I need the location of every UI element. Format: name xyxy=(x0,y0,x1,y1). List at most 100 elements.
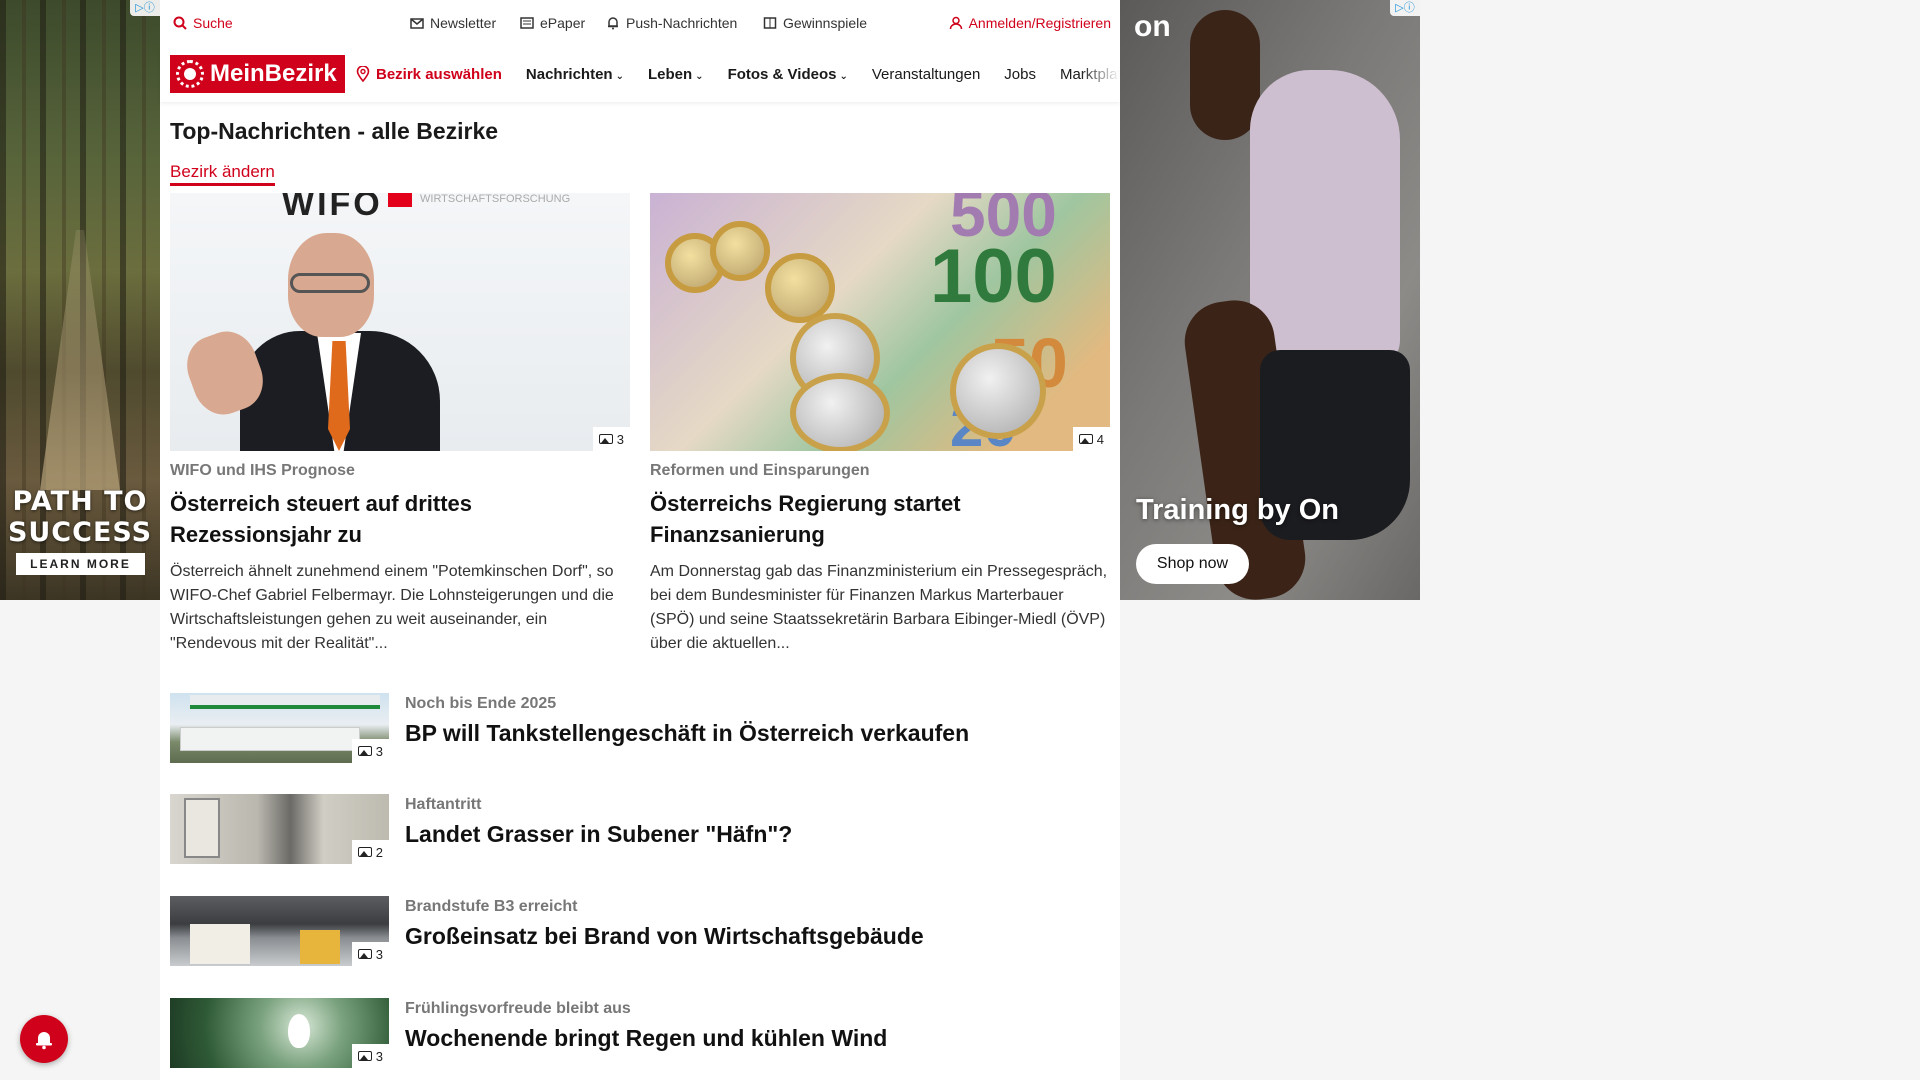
nav-item-nachrichten[interactable]: Nachrichten ⌄ xyxy=(514,66,636,83)
article-thumbnail[interactable]: 2 xyxy=(170,794,389,864)
gallery-icon xyxy=(357,847,372,857)
coin xyxy=(790,373,890,451)
gallery-icon xyxy=(357,949,372,959)
article-kicker: Brandstufe B3 erreicht xyxy=(405,898,578,915)
featured-article[interactable]: WIFO WIRTSCHAFTSFORSCHUNG 3 WIFO und IHS… xyxy=(170,193,630,656)
nav-item-veranstaltungen[interactable]: Veranstaltungen xyxy=(860,66,992,83)
right-ad-banner[interactable]: on ▷ⓘ Training by On Shop now xyxy=(1120,0,1420,600)
photo-count: 3 xyxy=(375,743,383,759)
article-kicker: Reformen und Einsparungen xyxy=(650,462,870,479)
list-article[interactable]: 3 Noch bis Ende 2025 BP will Tankstellen… xyxy=(170,693,1110,763)
article-headline[interactable]: Landet Grasser in Subener "Häfn"? xyxy=(405,821,792,848)
article-headline[interactable]: Österreich steuert auf drittes Rezession… xyxy=(170,488,630,550)
adchoices-icon[interactable]: ▷ⓘ xyxy=(130,0,160,16)
photo-count: 3 xyxy=(375,946,383,962)
user-icon xyxy=(949,16,962,30)
gas-station-roof xyxy=(190,695,380,709)
article-image[interactable]: WIFO WIRTSCHAFTSFORSCHUNG 3 xyxy=(170,193,630,451)
photo-count: 4 xyxy=(1096,431,1104,447)
bell-icon xyxy=(608,17,618,30)
on-brand-logo: on xyxy=(1134,10,1171,43)
article-headline[interactable]: Großeinsatz bei Brand von Wirtschaftsgeb… xyxy=(405,923,924,950)
epaper-link[interactable]: ePaper xyxy=(520,15,585,31)
article-headline[interactable]: Wochenende bringt Regen und kühlen Wind xyxy=(405,1025,887,1052)
nav-item-jobs[interactable]: Jobs xyxy=(992,66,1048,83)
ad-learn-more-button[interactable]: LEARN MORE xyxy=(16,553,145,575)
coin xyxy=(950,343,1046,439)
nav-label: Veranstaltungen xyxy=(871,65,981,83)
article-teaser: Österreich ähnelt zunehmend einem "Potem… xyxy=(170,563,614,652)
article-thumbnail[interactable]: 3 xyxy=(170,896,389,966)
adchoices-icon[interactable]: ▷ⓘ xyxy=(1390,0,1420,16)
nav-label: Nachrichten xyxy=(525,65,613,83)
chevron-down-icon: ⌄ xyxy=(695,70,704,82)
snowdrop-flower xyxy=(288,1014,310,1048)
wifo-sign: WIFO xyxy=(282,193,383,223)
chevron-down-icon: ⌄ xyxy=(615,70,624,82)
ad-headline: PATH TO SUCCESS xyxy=(0,486,160,548)
article-kicker: Noch bis Ende 2025 xyxy=(405,695,557,712)
ad-headline-line1: PATH TO xyxy=(12,486,148,517)
bezirk-label: Bezirk auswählen xyxy=(376,65,502,83)
bezirk-select[interactable]: Bezirk auswählen xyxy=(356,66,514,83)
article-image[interactable]: 500 100 50 20 4 xyxy=(650,193,1110,451)
house xyxy=(190,924,250,964)
article-headline[interactable]: BP will Tankstellengeschäft in Österreic… xyxy=(405,720,969,747)
search-link[interactable]: Suche xyxy=(173,15,233,31)
push-label: Push-Nachrichten xyxy=(626,15,738,31)
nav-label: Leben xyxy=(647,65,693,83)
gallery-icon xyxy=(357,1051,372,1061)
nav-label: Fotos & Videos xyxy=(727,65,837,83)
photo-count-badge: 3 xyxy=(351,739,389,763)
meinbezirk-logo[interactable]: MeinBezirk xyxy=(170,55,345,93)
article-thumbnail[interactable]: 3 xyxy=(170,693,389,763)
article-kicker: Haftantritt xyxy=(405,796,482,813)
gift-icon xyxy=(763,17,777,29)
login-label: Anmelden/Registrieren xyxy=(968,15,1111,31)
list-article[interactable]: 2 Haftantritt Landet Grasser in Subener … xyxy=(170,794,1110,864)
wifo-subtext: WIRTSCHAFTSFORSCHUNG xyxy=(420,193,571,205)
banknote-100: 100 xyxy=(930,234,1057,319)
location-pin-icon xyxy=(356,66,370,82)
nav-item-leben[interactable]: Leben ⌄ xyxy=(636,66,716,83)
gewinnspiele-label: Gewinnspiele xyxy=(783,15,868,31)
search-icon xyxy=(173,16,187,30)
list-article[interactable]: 3 Brandstufe B3 erreicht Großeinsatz bei… xyxy=(170,896,1110,966)
nav-item-fotos-videos[interactable]: Fotos & Videos ⌄ xyxy=(716,66,860,83)
main-navigation: MeinBezirk Bezirk auswählen Nachrichten ⌄… xyxy=(160,46,1129,102)
prison-door xyxy=(184,798,220,858)
article-headline[interactable]: Österreichs Regierung startet Finanzsani… xyxy=(650,488,1110,550)
photo-count-badge: 2 xyxy=(351,840,389,864)
gallery-icon xyxy=(1078,434,1093,444)
sun-logo-icon xyxy=(176,60,204,88)
ad-tagline: Training by On xyxy=(1136,494,1340,526)
article-kicker: WIFO und IHS Prognose xyxy=(170,462,355,479)
nav-items: Bezirk auswählen Nachrichten ⌄ Leben ⌄ Fot… xyxy=(356,46,1141,102)
gewinnspiele-link[interactable]: Gewinnspiele xyxy=(763,15,867,31)
photo-count-badge: 3 xyxy=(592,427,630,451)
login-link[interactable]: Anmelden/Registrieren xyxy=(949,15,1111,31)
featured-article[interactable]: 500 100 50 20 4 Reformen und Einsparunge… xyxy=(650,193,1110,656)
article-thumbnail[interactable]: 3 xyxy=(170,998,389,1068)
left-ad-banner[interactable]: ▷ⓘ PATH TO SUCCESS LEARN MORE xyxy=(0,0,160,600)
list-article[interactable]: 3 Frühlingsvorfreude bleibt aus Wochenen… xyxy=(170,998,1110,1068)
article-kicker: Frühlingsvorfreude bleibt aus xyxy=(405,1000,631,1017)
ad-shop-now-button[interactable]: Shop now xyxy=(1136,544,1249,584)
house xyxy=(300,930,340,964)
gas-station-building xyxy=(180,727,360,751)
speaker-glasses xyxy=(290,273,370,293)
page-title: Top-Nachrichten - alle Bezirke xyxy=(170,118,499,144)
ad-runner-arm xyxy=(1190,10,1260,140)
coin xyxy=(765,253,835,323)
coin xyxy=(710,221,770,281)
push-notifications-link[interactable]: Push-Nachrichten xyxy=(606,15,737,31)
change-bezirk-link[interactable]: Bezirk ändern xyxy=(170,162,275,186)
photo-count-badge: 4 xyxy=(1072,427,1110,451)
wifo-red-mark xyxy=(388,193,412,207)
nav-label: Jobs xyxy=(1004,65,1036,83)
notification-bell-button[interactable] xyxy=(20,1015,68,1063)
chevron-down-icon: ⌄ xyxy=(839,70,848,82)
main-content: Suche Newsletter ePaper Push-Nachrichten… xyxy=(160,0,1129,1080)
article-teaser: Am Donnerstag gab das Finanzministerium … xyxy=(650,563,1108,652)
newsletter-link[interactable]: Newsletter xyxy=(410,15,496,31)
